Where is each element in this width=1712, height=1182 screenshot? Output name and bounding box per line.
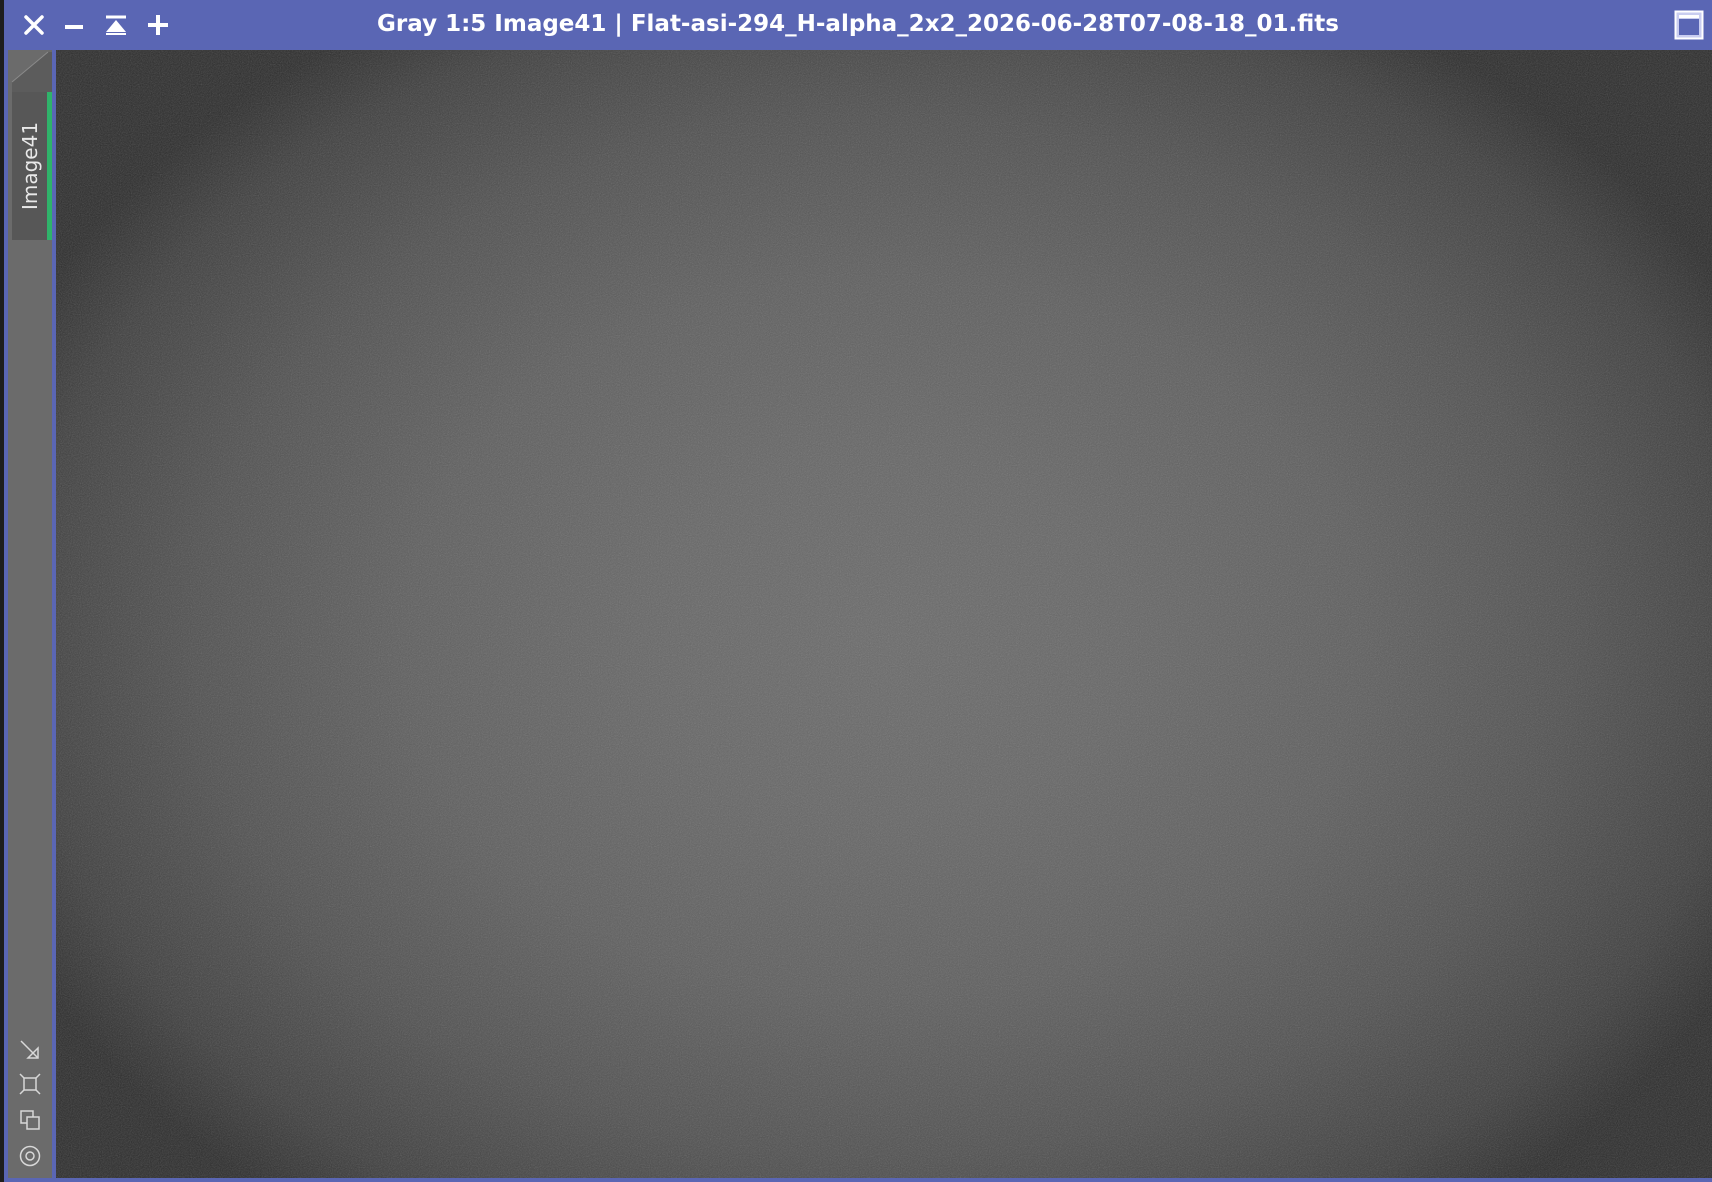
- shade-icon: [106, 15, 126, 35]
- window-bottom-border[interactable]: [4, 1178, 1712, 1182]
- image-canvas[interactable]: [56, 50, 1712, 1178]
- view-tab-label: Image41: [17, 121, 42, 211]
- add-button[interactable]: [142, 9, 174, 41]
- minimize-icon: [65, 25, 83, 29]
- maximize-icon: [1674, 10, 1704, 40]
- image-window: Gray 1:5 Image41 | Flat-asi-294_H-alpha_…: [4, 0, 1712, 1182]
- clone-view-icon: [20, 1110, 40, 1130]
- zoom-extents-button[interactable]: [16, 1070, 44, 1098]
- zoom-to-extents-icon: [19, 1073, 41, 1095]
- view-tab-image41[interactable]: Image41: [12, 92, 52, 240]
- tab-corner-decoration: [11, 51, 52, 94]
- fit-view-button[interactable]: [16, 1036, 44, 1064]
- center-view-button[interactable]: [16, 1142, 44, 1170]
- close-button[interactable]: [18, 9, 50, 41]
- image-noise-texture: [56, 50, 1712, 1178]
- fit-view-icon: [20, 1040, 39, 1059]
- clone-view-button[interactable]: [16, 1106, 44, 1134]
- view-side-panel: Image41: [8, 50, 52, 1178]
- center-view-icon: [19, 1145, 41, 1167]
- window-title: Gray 1:5 Image41 | Flat-asi-294_H-alpha_…: [377, 11, 1339, 37]
- shade-button[interactable]: [100, 9, 132, 41]
- title-bar[interactable]: Gray 1:5 Image41 | Flat-asi-294_H-alpha_…: [4, 0, 1712, 50]
- close-icon: [24, 15, 44, 35]
- maximize-button[interactable]: [1674, 10, 1704, 40]
- add-icon: [148, 15, 168, 35]
- minimize-button[interactable]: [58, 9, 90, 41]
